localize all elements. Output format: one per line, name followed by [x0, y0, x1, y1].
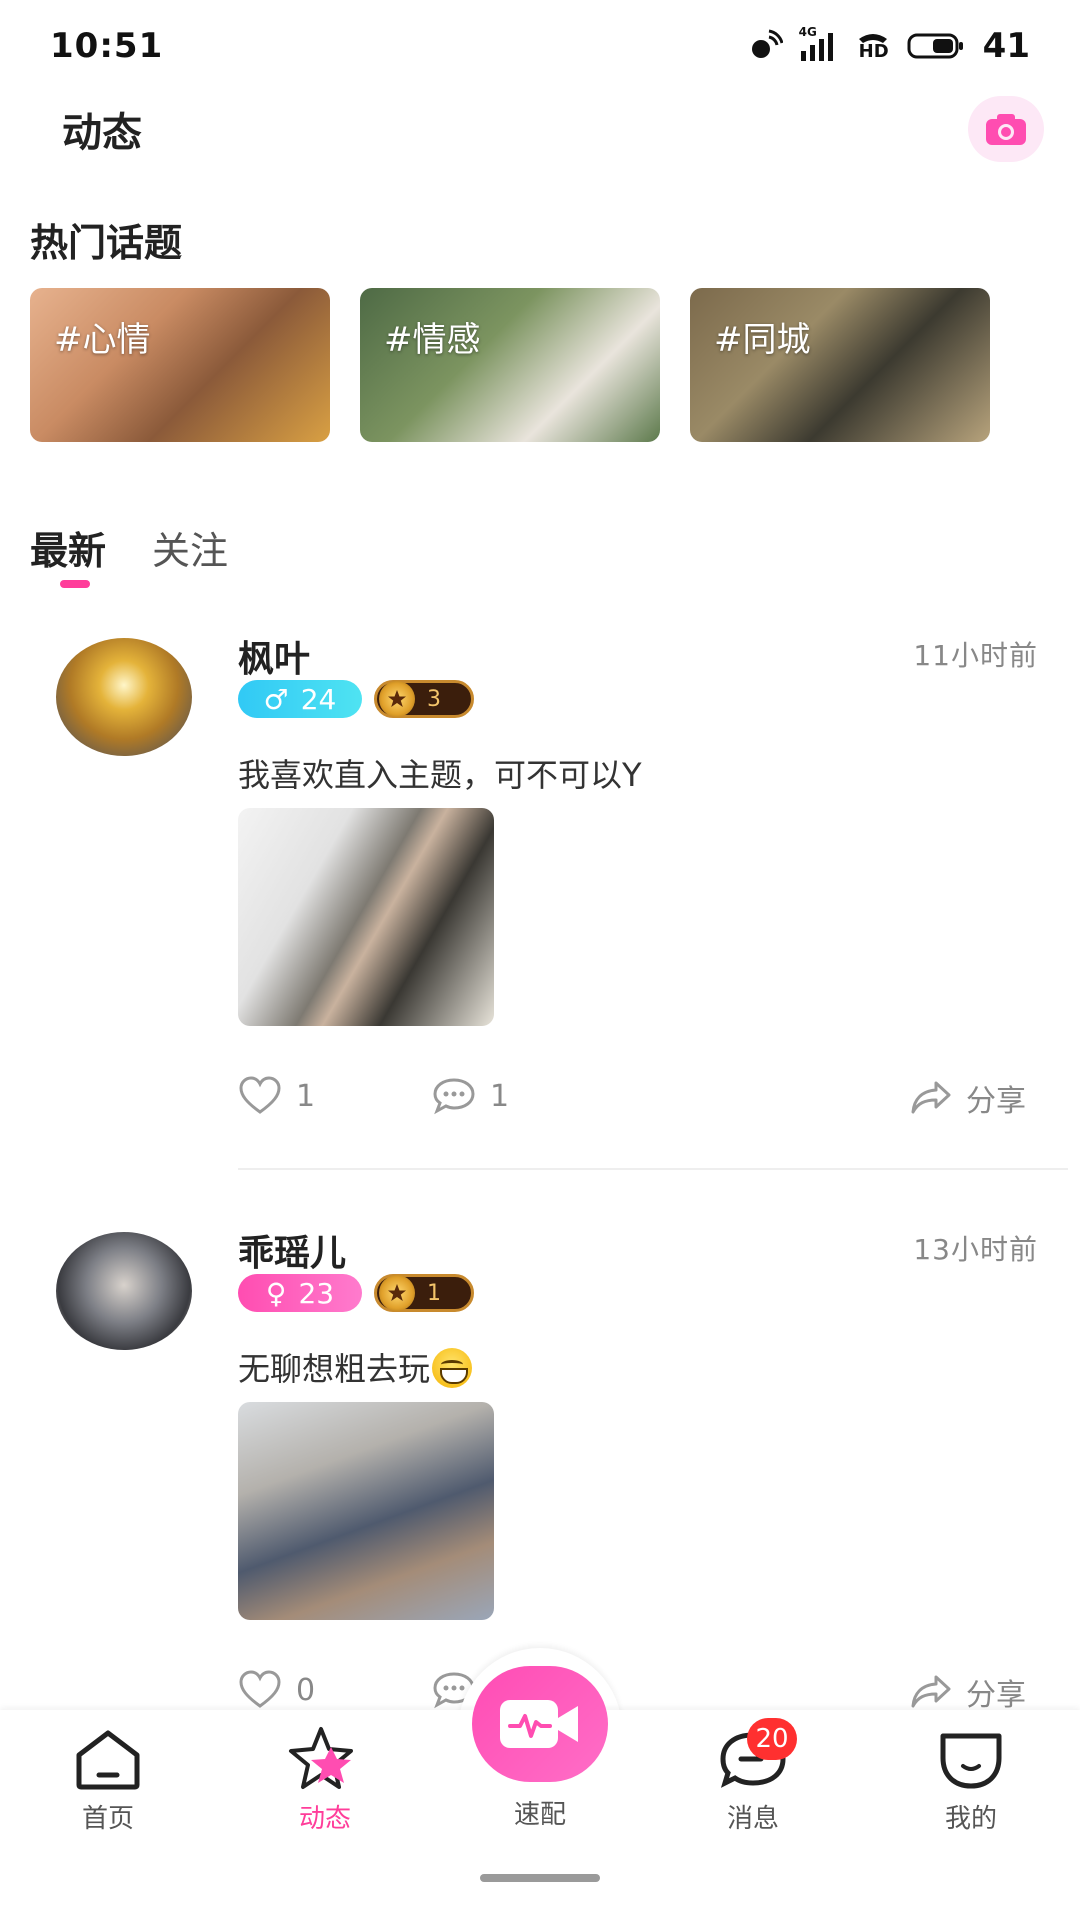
post-actions: 0 分享 — [238, 1670, 1038, 1710]
level-value: 1 — [427, 1280, 441, 1306]
nav-item-moments[interactable]: 动态 — [250, 1724, 400, 1835]
age-value: 23 — [298, 1276, 335, 1310]
age-value: 24 — [300, 682, 337, 716]
gender-age-badge: ♀ 23 — [238, 1274, 362, 1312]
unread-badge: 20 — [747, 1718, 797, 1760]
camera-icon — [986, 114, 1026, 145]
camera-button[interactable] — [968, 96, 1044, 162]
post-time: 13小时前 — [913, 1233, 1038, 1266]
home-indicator — [480, 1874, 600, 1882]
level-badge: 1 — [374, 1274, 474, 1312]
status-time: 10:51 — [50, 26, 164, 66]
hot-topics-title: 热门话题 — [30, 221, 183, 265]
share-button[interactable]: 分享 — [910, 1670, 1026, 1710]
share-button[interactable]: 分享 — [910, 1076, 1026, 1120]
topic-card-same-city[interactable]: #同城 — [690, 288, 990, 442]
share-label: 分享 — [966, 1678, 1026, 1710]
profile-icon — [931, 1724, 1011, 1796]
post-text-content: 无聊想粗去玩 — [238, 1350, 431, 1388]
heart-icon — [239, 1670, 281, 1708]
post-actions: 1 1 分享 — [238, 1076, 1038, 1126]
nav-label: 消息 — [726, 1804, 779, 1834]
nav-label: 首页 — [81, 1804, 134, 1834]
battery-icon — [907, 33, 963, 59]
network-type: 4G — [798, 25, 817, 39]
comment-button[interactable]: 1 — [432, 1076, 509, 1116]
post-card: 枫叶 11小时前 ♂ 24 3 我喜欢直入主题，可不可以Y 1 1 分享 — [0, 630, 1080, 1170]
share-icon — [911, 1081, 951, 1114]
share-icon — [911, 1675, 951, 1708]
nav-label: 动态 — [298, 1804, 351, 1834]
hd-label: HD — [858, 41, 889, 62]
hot-topics-list: #心情 #情感 #同城 — [30, 288, 990, 442]
speed-match-button[interactable] — [472, 1666, 608, 1782]
level-badge: 3 — [374, 680, 474, 718]
avatar[interactable] — [56, 1232, 192, 1350]
gender-age-badge: ♂ 24 — [238, 680, 362, 718]
message-icon: 20 — [713, 1718, 797, 1796]
female-icon: ♀ — [265, 1276, 287, 1310]
level-value: 3 — [427, 686, 441, 712]
tab-following[interactable]: 关注 — [152, 520, 228, 575]
nav-item-messages[interactable]: 20 消息 — [678, 1718, 828, 1835]
user-badges: ♂ 24 3 — [238, 680, 474, 718]
username[interactable]: 枫叶 — [238, 630, 310, 682]
signal-icon: 4G — [799, 25, 839, 63]
medal-icon — [379, 1275, 415, 1311]
tab-latest[interactable]: 最新 — [30, 520, 106, 575]
avatar[interactable] — [56, 638, 192, 756]
post-time: 11小时前 — [913, 639, 1038, 672]
topic-label: #情感 — [384, 320, 481, 360]
heart-icon — [239, 1076, 281, 1114]
nav-item-me[interactable]: 我的 — [896, 1724, 1046, 1835]
comment-icon — [433, 1078, 475, 1115]
comment-count: 1 — [490, 1078, 510, 1114]
grin-emoji-icon — [432, 1348, 473, 1388]
male-icon: ♂ — [263, 682, 289, 716]
post-text: 无聊想粗去玩 — [238, 1344, 473, 1390]
topic-label: #同城 — [714, 320, 811, 360]
star-icon — [285, 1724, 365, 1796]
nav-label-speed-match: 速配 — [513, 1800, 566, 1830]
hd-call-icon: HD — [855, 29, 891, 63]
hotspot-icon — [751, 29, 783, 58]
like-button[interactable]: 1 — [238, 1076, 315, 1116]
post-image[interactable] — [238, 808, 494, 1026]
nav-label: 我的 — [944, 1804, 997, 1834]
like-count: 1 — [296, 1078, 316, 1114]
feed-tabs: 最新 关注 — [30, 520, 228, 575]
battery-level: 41 — [982, 26, 1030, 66]
post-text: 我喜欢直入主题，可不可以Y — [238, 756, 642, 794]
status-icons: 4G HD 41 — [749, 25, 1030, 66]
video-icon — [500, 1700, 578, 1748]
medal-icon — [379, 681, 415, 717]
like-count: 0 — [296, 1672, 316, 1708]
username[interactable]: 乖瑶儿 — [238, 1224, 346, 1276]
nav-item-home[interactable]: 首页 — [33, 1724, 183, 1835]
topic-card-emotion[interactable]: #情感 — [360, 288, 660, 442]
post-image[interactable] — [238, 1402, 494, 1620]
share-label: 分享 — [966, 1084, 1026, 1119]
like-button[interactable]: 0 — [238, 1670, 315, 1710]
post-divider — [238, 1168, 1068, 1170]
topic-label: #心情 — [54, 320, 151, 360]
tab-indicator — [60, 580, 90, 588]
home-icon — [68, 1724, 148, 1796]
page-title: 动态 — [62, 110, 142, 156]
post-card: 乖瑶儿 13小时前 ♀ 23 1 无聊想粗去玩 0 分享 — [0, 1224, 1080, 1710]
user-badges: ♀ 23 1 — [238, 1274, 474, 1312]
status-bar: 10:51 4G HD 41 — [0, 0, 1080, 92]
topic-card-mood[interactable]: #心情 — [30, 288, 330, 442]
